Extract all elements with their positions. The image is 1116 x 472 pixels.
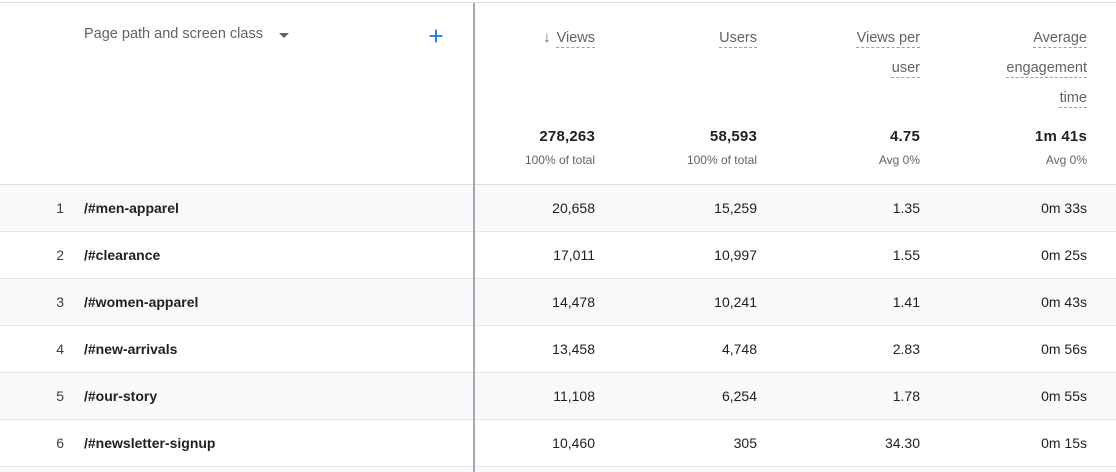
views-cell: 11,108: [475, 388, 595, 404]
page-path-cell: /#our-story: [70, 388, 475, 404]
total-views-value: 278,263: [525, 128, 595, 145]
total-users-value: 58,593: [687, 128, 757, 145]
views-per-user-cell: 2.83: [757, 341, 920, 357]
total-avg-engagement-subtext: Avg 0%: [1035, 153, 1087, 167]
column-header-avg-engagement: Average engagement time 1m 41s Avg 0%: [920, 3, 1087, 184]
dimension-selector-dropdown[interactable]: Page path and screen class: [84, 26, 289, 42]
total-views-per-user: 4.75 Avg 0%: [879, 128, 920, 167]
page-path-cell: /#newsletter-signup: [70, 435, 475, 451]
total-avg-engagement: 1m 41s Avg 0%: [1035, 128, 1087, 167]
plus-icon: [425, 25, 447, 47]
table-row: 4 /#new-arrivals 13,458 4,748 2.83 0m 56…: [0, 326, 1116, 373]
dimension-header-cell: Page path and screen class: [0, 3, 475, 184]
add-dimension-button[interactable]: [425, 25, 447, 47]
row-index: 5: [0, 388, 70, 404]
avg-engagement-cell: 0m 43s: [920, 294, 1087, 310]
table-row-partial: [0, 467, 1116, 472]
table-row: 6 /#newsletter-signup 10,460 305 34.30 0…: [0, 420, 1116, 467]
table-row: 3 /#women-apparel 14,478 10,241 1.41 0m …: [0, 279, 1116, 326]
users-cell: 10,997: [595, 247, 757, 263]
views-cell: 14,478: [475, 294, 595, 310]
column-header-avg-engagement-label[interactable]: Average engagement time: [999, 23, 1087, 113]
page-path-cell: /#men-apparel: [70, 200, 475, 216]
table-row: 5 /#our-story 11,108 6,254 1.78 0m 55s: [0, 373, 1116, 420]
table-row: 2 /#clearance 17,011 10,997 1.55 0m 25s: [0, 232, 1116, 279]
total-avg-engagement-value: 1m 41s: [1035, 128, 1087, 145]
column-header-views-label[interactable]: ↓Views: [543, 23, 595, 53]
views-cell: 17,011: [475, 247, 595, 263]
views-cell: 20,658: [475, 200, 595, 216]
views-per-user-cell: 1.41: [757, 294, 920, 310]
sort-descending-icon: ↓: [543, 23, 551, 53]
users-cell: 15,259: [595, 200, 757, 216]
table-row: 1 /#men-apparel 20,658 15,259 1.35 0m 33…: [0, 185, 1116, 232]
avg-engagement-cell: 0m 15s: [920, 435, 1087, 451]
views-per-user-cell: 1.78: [757, 388, 920, 404]
analytics-report-table: Page path and screen class ↓Views 278,26…: [0, 0, 1116, 472]
avg-engagement-cell: 0m 25s: [920, 247, 1087, 263]
page-path-cell: /#new-arrivals: [70, 341, 475, 357]
dimension-label: Page path and screen class: [84, 26, 263, 42]
column-header-users-label[interactable]: Users: [719, 23, 757, 53]
page-path-cell: /#clearance: [70, 247, 475, 263]
total-views-subtext: 100% of total: [525, 153, 595, 167]
users-cell: 10,241: [595, 294, 757, 310]
total-views-per-user-subtext: Avg 0%: [879, 153, 920, 167]
data-table: Page path and screen class ↓Views 278,26…: [0, 2, 1116, 472]
row-index: 1: [0, 200, 70, 216]
row-index: 2: [0, 247, 70, 263]
users-cell: 4,748: [595, 341, 757, 357]
row-index: 3: [0, 294, 70, 310]
row-index: 4: [0, 341, 70, 357]
total-views-per-user-value: 4.75: [879, 128, 920, 145]
users-cell: 6,254: [595, 388, 757, 404]
column-header-views: ↓Views 278,263 100% of total: [475, 3, 595, 184]
views-cell: 13,458: [475, 341, 595, 357]
avg-engagement-cell: 0m 56s: [920, 341, 1087, 357]
caret-down-icon: [279, 33, 289, 38]
column-header-views-per-user: Views per user 4.75 Avg 0%: [757, 3, 920, 184]
total-users: 58,593 100% of total: [687, 128, 757, 167]
views-cell: 10,460: [475, 435, 595, 451]
avg-engagement-cell: 0m 55s: [920, 388, 1087, 404]
avg-engagement-cell: 0m 33s: [920, 200, 1087, 216]
page-path-cell: /#women-apparel: [70, 294, 475, 310]
total-users-subtext: 100% of total: [687, 153, 757, 167]
views-per-user-cell: 1.55: [757, 247, 920, 263]
users-cell: 305: [595, 435, 757, 451]
row-index: 6: [0, 435, 70, 451]
total-views: 278,263 100% of total: [525, 128, 595, 167]
pane-divider: [473, 3, 475, 472]
views-per-user-cell: 34.30: [757, 435, 920, 451]
column-header-views-per-user-label[interactable]: Views per user: [832, 23, 920, 83]
column-header-users: Users 58,593 100% of total: [595, 3, 757, 184]
views-per-user-cell: 1.35: [757, 200, 920, 216]
table-header: Page path and screen class ↓Views 278,26…: [0, 3, 1116, 185]
